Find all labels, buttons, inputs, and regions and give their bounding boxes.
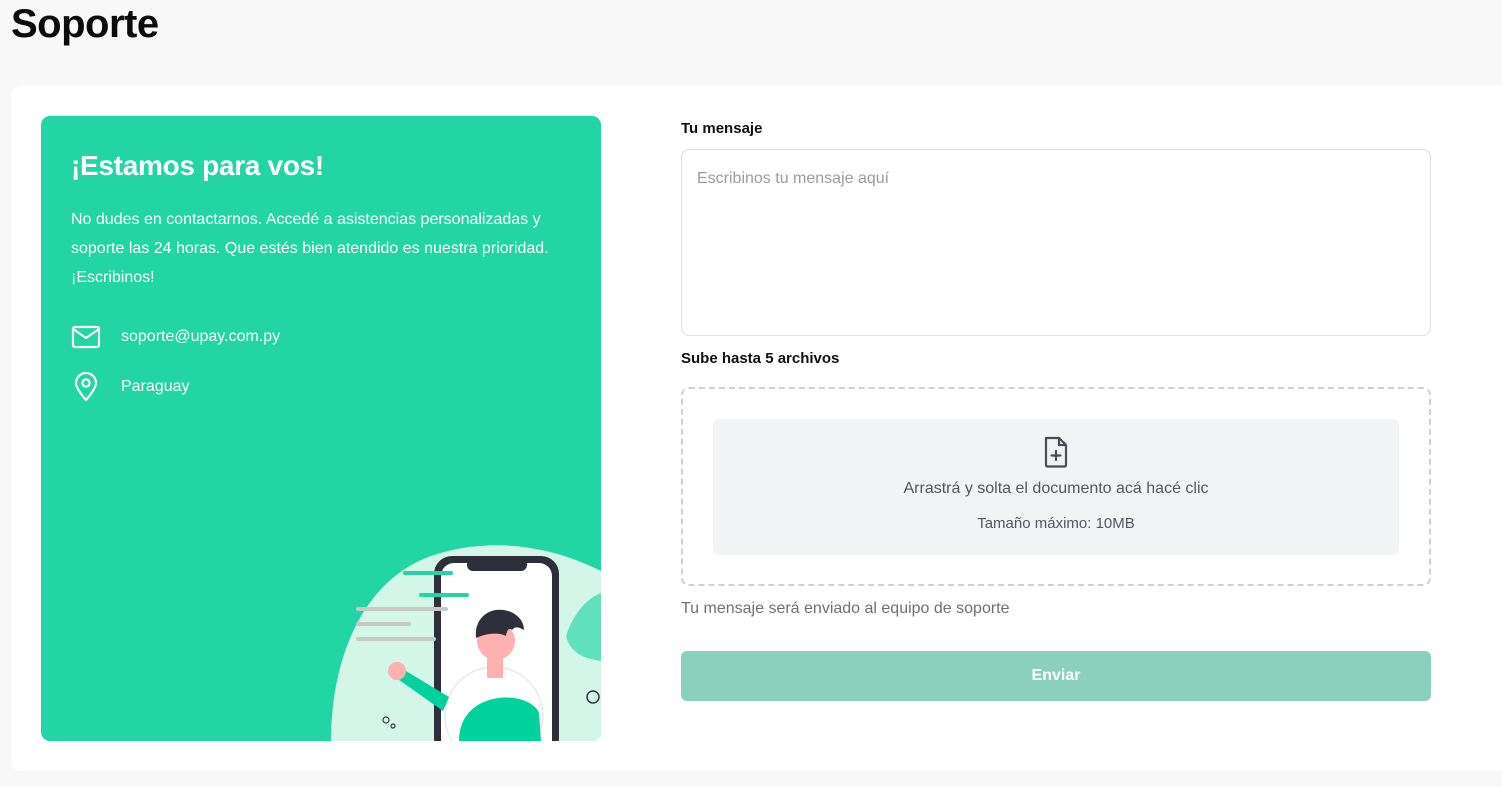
mail-icon <box>71 322 101 352</box>
file-dropzone[interactable]: Arrastrá y solta el documento acá hacé c… <box>681 387 1431 586</box>
helper-text: Tu mensaje será enviado al equipo de sop… <box>681 600 1010 617</box>
dropzone-size-limit: Tamaño máximo: 10MB <box>977 515 1135 532</box>
file-plus-icon <box>1044 436 1068 468</box>
promo-heading: ¡Estamos para vos! <box>71 150 324 181</box>
contact-info-panel: ¡Estamos para vos! No dudes en contactar… <box>41 116 601 741</box>
contact-location: Paraguay <box>121 378 190 395</box>
files-label: Sube hasta 5 archivos <box>681 350 840 367</box>
page-title: Soporte <box>11 2 159 46</box>
file-dropzone-target[interactable]: Arrastrá y solta el documento acá hacé c… <box>713 419 1399 555</box>
message-label: Tu mensaje <box>681 120 763 137</box>
contact-email-row: soporte@upay.com.py <box>71 322 280 352</box>
contact-location-row: Paraguay <box>71 372 190 402</box>
contact-email: soporte@upay.com.py <box>121 328 281 345</box>
promo-description: No dudes en contactarnos. Accedé a asist… <box>71 211 549 286</box>
support-illustration <box>331 545 601 741</box>
support-card: ¡Estamos para vos! No dudes en contactar… <box>11 86 1502 771</box>
message-input[interactable] <box>681 149 1431 336</box>
send-button[interactable]: Enviar <box>681 651 1431 701</box>
dropzone-instructions: Arrastrá y solta el documento acá hacé c… <box>903 480 1209 497</box>
map-pin-icon <box>71 372 101 402</box>
